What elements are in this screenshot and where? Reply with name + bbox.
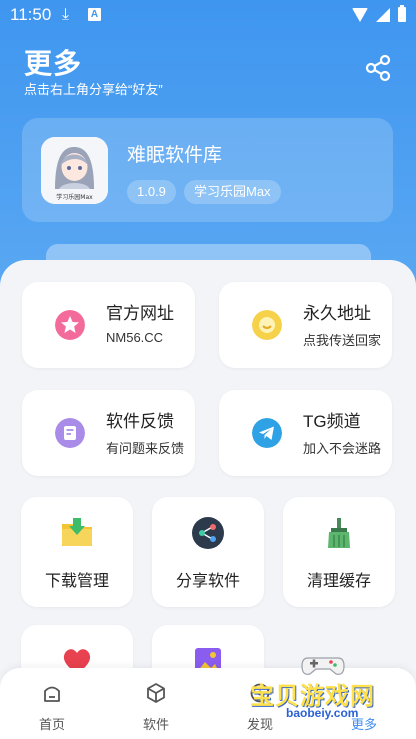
broom-icon — [328, 518, 350, 548]
feedback-icon — [55, 418, 85, 448]
battery-icon — [398, 5, 406, 22]
app-tag-badge: 学习乐园Max — [184, 180, 281, 204]
gamepad-icon — [301, 657, 345, 675]
download-status-icon: ⤓ — [62, 6, 70, 23]
page-subtitle: 点击右上角分享给“好友” — [24, 82, 163, 97]
smile-icon — [252, 310, 282, 340]
logo-caption: 学习乐园Max — [56, 193, 93, 201]
card-title: 官方网址 — [106, 304, 174, 323]
permanent-address-card[interactable]: 永久地址 点我传送回家 — [219, 282, 392, 368]
share-icon[interactable] — [364, 54, 392, 82]
nav-label: 首页 — [38, 717, 65, 732]
download-folder-icon — [62, 518, 92, 546]
wifi-icon — [352, 7, 368, 22]
share-app-button[interactable]: 分享软件 — [152, 497, 264, 607]
download-manager-button[interactable]: 下载管理 — [21, 497, 133, 607]
tg-channel-card[interactable]: TG频道 加入不会迷路 — [219, 390, 392, 476]
app-notification-icon: A — [88, 8, 101, 21]
version-badge: 1.0.9 — [127, 180, 176, 204]
watermark-url: baobeiy.com — [286, 706, 359, 720]
share-icon — [192, 517, 224, 549]
site-watermark: 宝贝游戏网 baobeiy.com — [250, 648, 410, 723]
card-title: 软件反馈 — [106, 412, 174, 431]
cube-icon — [147, 683, 165, 703]
card-title: 永久地址 — [303, 304, 371, 323]
signal-icon — [376, 7, 390, 22]
feedback-card[interactable]: 软件反馈 有问题来反馈 — [22, 390, 195, 476]
app-logo: 学习乐园Max — [41, 137, 108, 204]
status-time: 11:50 — [10, 5, 52, 24]
nav-software[interactable]: 软件 — [126, 682, 186, 733]
nav-home[interactable]: 首页 — [22, 682, 82, 733]
tool-label: 下载管理 — [44, 573, 109, 590]
official-site-card[interactable]: 官方网址 NM56.CC — [22, 282, 195, 368]
telegram-icon — [252, 418, 282, 448]
card-subtitle: 加入不会迷路 — [303, 441, 382, 456]
app-name: 难眠软件库 — [127, 145, 223, 166]
status-bar: 11:50 ⤓ A — [0, 0, 416, 30]
tool-label: 清理缓存 — [306, 573, 371, 590]
page-title: 更多 — [24, 48, 83, 79]
clear-cache-button[interactable]: 清理缓存 — [283, 497, 395, 607]
card-subtitle: NM56.CC — [106, 330, 164, 345]
nav-label: 软件 — [142, 717, 169, 732]
card-subtitle: 点我传送回家 — [303, 333, 382, 348]
card-subtitle: 有问题来反馈 — [106, 441, 185, 456]
star-icon — [55, 310, 85, 340]
tool-label: 分享软件 — [175, 573, 240, 590]
app-info-card: 学习乐园Max 难眠软件库 1.0.9 学习乐园Max — [22, 118, 393, 222]
home-icon — [44, 686, 60, 702]
card-title: TG频道 — [303, 412, 361, 431]
